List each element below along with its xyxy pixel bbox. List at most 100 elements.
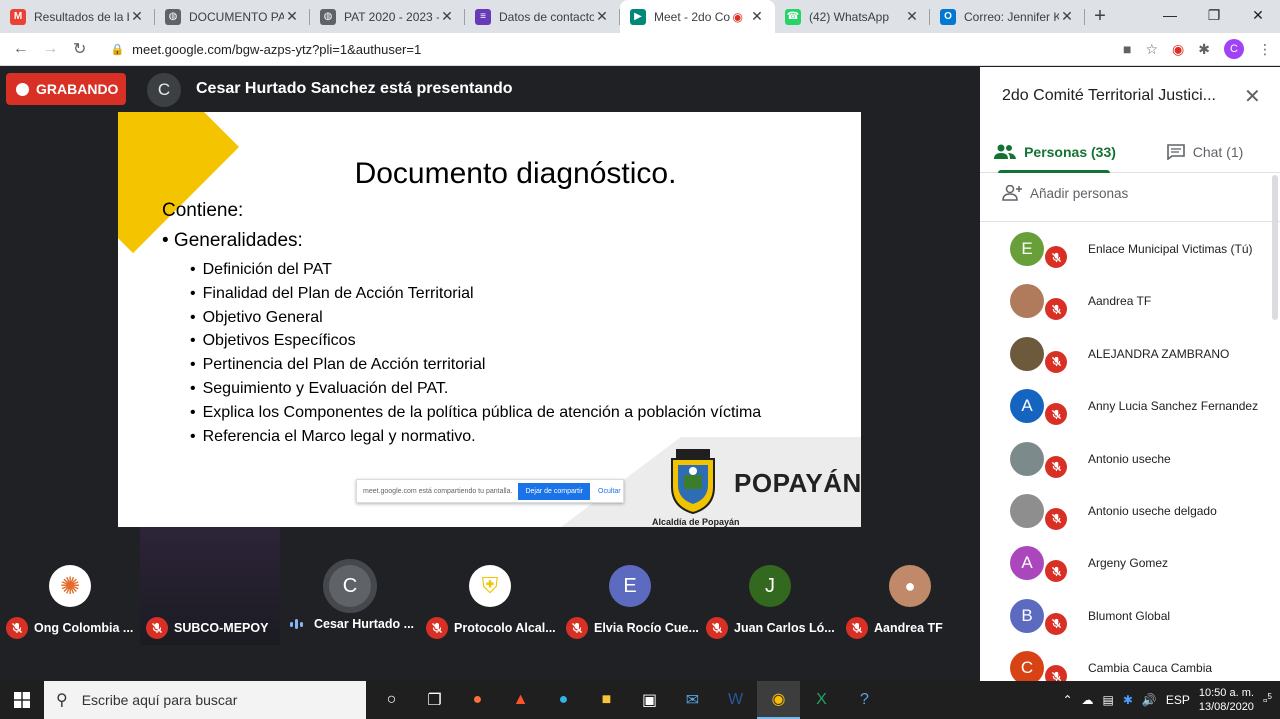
taskbar-search-box[interactable]: ⚲ Escribe aquí para buscar: [44, 681, 366, 719]
slide-bullet: Referencia el Marco legal y normativo.: [190, 425, 761, 449]
start-button[interactable]: [0, 692, 44, 708]
notification-count: 5: [1267, 692, 1272, 702]
outlook-icon: O: [940, 8, 956, 25]
brave-icon[interactable]: ▲: [499, 681, 542, 719]
participant-tile[interactable]: ● Aandrea TF: [840, 527, 980, 645]
people-list-item[interactable]: A Argeny Gomez: [980, 537, 1272, 589]
maximize-button[interactable]: ❐: [1192, 0, 1236, 30]
participant-tile[interactable]: C Cesar Hurtado ...: [280, 527, 420, 645]
meet-icon: ▶: [630, 8, 646, 25]
store-icon[interactable]: ▣: [628, 681, 671, 719]
participant-tile[interactable]: ✺ Ong Colombia ...: [0, 527, 140, 645]
extension-red-icon[interactable]: ◉: [1172, 41, 1184, 58]
tab-chat[interactable]: Chat (1): [1130, 131, 1280, 172]
participant-avatar: C: [329, 565, 371, 607]
tab-title: Resultados de la b: [34, 9, 129, 24]
stop-sharing-button[interactable]: Dejar de compartir: [518, 482, 591, 500]
people-list-item[interactable]: ALEJANDRA ZAMBRANO: [980, 328, 1272, 380]
recording-label: GRABANDO: [36, 81, 119, 97]
add-people-label: Añadir personas: [1030, 185, 1129, 201]
camera-icon[interactable]: ■: [1123, 41, 1131, 57]
windows-logo-icon: [14, 692, 30, 708]
people-list-item[interactable]: Aandrea TF: [980, 275, 1272, 327]
browser-toolbar: ← → ↻ 🔒 meet.google.com/bgw-azps-ytz?pli…: [0, 33, 1280, 66]
close-panel-icon[interactable]: ✕: [1244, 84, 1261, 109]
menu-icon[interactable]: ⋮: [1258, 41, 1272, 58]
tab-people[interactable]: Personas (33): [980, 131, 1130, 173]
onedrive-icon[interactable]: ☁: [1082, 693, 1094, 707]
profile-avatar[interactable]: C: [1224, 39, 1244, 59]
people-list-item[interactable]: Antonio useche delgado: [980, 485, 1272, 537]
browser-tab[interactable]: M Resultados de la b ✕: [0, 0, 155, 33]
speaking-indicator-icon: [290, 619, 306, 629]
bluetooth-icon[interactable]: ✱: [1123, 693, 1133, 707]
reload-button[interactable]: ↻: [65, 39, 94, 59]
address-bar[interactable]: 🔒 meet.google.com/bgw-azps-ytz?pli=1&aut…: [100, 35, 1123, 63]
tab-people-label: Personas (33): [1024, 143, 1116, 160]
edge-icon[interactable]: ●: [542, 681, 585, 719]
tab-close-icon[interactable]: ✕: [129, 8, 145, 25]
notifications-icon[interactable]: ▫5: [1263, 692, 1272, 707]
word-icon[interactable]: W: [714, 681, 757, 719]
browser-tab-strip: M Resultados de la b ✕ ◍ DOCUMENTO PAT ✕ ◍ PAT …: [0, 0, 1280, 33]
participant-name: Juan Carlos Ló...: [734, 621, 835, 635]
close-window-button[interactable]: ✕: [1236, 0, 1280, 30]
hide-notice-button[interactable]: Ocultar: [598, 488, 621, 495]
add-people-button[interactable]: Añadir personas: [1002, 185, 1128, 201]
browser-tab[interactable]: ▶ Meet - 2do Co ◉ ✕: [620, 0, 775, 33]
person-name: Enlace Municipal Victimas (Tú): [1088, 242, 1253, 256]
volume-icon[interactable]: 🔊: [1142, 693, 1157, 707]
people-list: E Enlace Municipal Victimas (Tú) Aandrea T…: [980, 223, 1272, 695]
participant-tile[interactable]: E Elvia Rocío Cue...: [560, 527, 700, 645]
tray-chevron-icon[interactable]: ⌃: [1062, 693, 1072, 707]
browser-tab[interactable]: O Correo: Jennifer Ka ✕: [930, 0, 1085, 33]
chat-icon: [1166, 143, 1185, 160]
minimize-button[interactable]: —: [1148, 0, 1192, 30]
tab-close-icon[interactable]: ✕: [1059, 8, 1075, 25]
mail-icon[interactable]: ✉: [671, 681, 714, 719]
participant-tile[interactable]: SUBCO-MEPOY: [140, 527, 280, 645]
tab-recording-icon: ◉: [732, 9, 743, 24]
tab-close-icon[interactable]: ✕: [594, 8, 610, 25]
tab-close-icon[interactable]: ✕: [439, 8, 455, 25]
new-tab-button[interactable]: +: [1085, 0, 1115, 33]
people-list-item[interactable]: A Anny Lucia Sanchez Fernandez: [980, 380, 1272, 432]
extensions-puzzle-icon[interactable]: ✱: [1198, 41, 1210, 58]
chrome-icon[interactable]: ◉: [757, 681, 800, 719]
person-avatar: A: [1010, 389, 1044, 424]
back-button[interactable]: ←: [6, 40, 35, 58]
participant-name-row: Juan Carlos Ló...: [706, 617, 838, 639]
browser-tab[interactable]: ◍ DOCUMENTO PAT ✕: [155, 0, 310, 33]
recording-badge: GRABANDO: [6, 73, 126, 105]
network-icon[interactable]: ▤: [1103, 693, 1114, 707]
tab-close-icon[interactable]: ✕: [284, 8, 300, 25]
forward-button[interactable]: →: [35, 40, 64, 58]
cortana-icon[interactable]: ○: [370, 681, 413, 719]
bookmark-star-icon[interactable]: ☆: [1145, 41, 1158, 58]
panel-tabs: Personas (33) Chat (1): [980, 131, 1280, 173]
person-avatar: [1010, 493, 1044, 528]
person-avatar: [1010, 441, 1044, 476]
people-list-item[interactable]: Antonio useche: [980, 433, 1272, 485]
tab-title: DOCUMENTO PAT: [189, 9, 284, 24]
people-list-item[interactable]: E Enlace Municipal Victimas (Tú): [980, 223, 1272, 275]
help-icon[interactable]: ?: [843, 681, 886, 719]
tab-close-icon[interactable]: ✕: [749, 8, 765, 25]
people-scrollbar[interactable]: [1272, 175, 1278, 320]
taskbar-clock[interactable]: 10:50 a. m. 13/08/2020: [1199, 686, 1254, 714]
people-list-item[interactable]: B Blumont Global: [980, 590, 1272, 642]
tab-close-icon[interactable]: ✕: [904, 8, 920, 25]
person-name: Antonio useche: [1088, 451, 1171, 466]
browser-tab[interactable]: ☎ (42) WhatsApp ✕: [775, 0, 930, 33]
browser-tab[interactable]: ◍ PAT 2020 - 2023 - ✕: [310, 0, 465, 33]
file-explorer-icon[interactable]: ■: [585, 681, 628, 719]
task-view-icon[interactable]: ❐: [413, 681, 456, 719]
excel-icon[interactable]: X: [800, 681, 843, 719]
participant-tile[interactable]: ⛨ Protocolo Alcal...: [420, 527, 560, 645]
participant-tile[interactable]: J Juan Carlos Ló...: [700, 527, 840, 645]
firefox-icon[interactable]: ●: [456, 681, 499, 719]
language-indicator[interactable]: ESP: [1166, 693, 1190, 707]
forms-icon: ≡: [475, 8, 491, 25]
browser-tab[interactable]: ≡ Datos de contacto ✕: [465, 0, 620, 33]
people-icon: [994, 144, 1017, 159]
